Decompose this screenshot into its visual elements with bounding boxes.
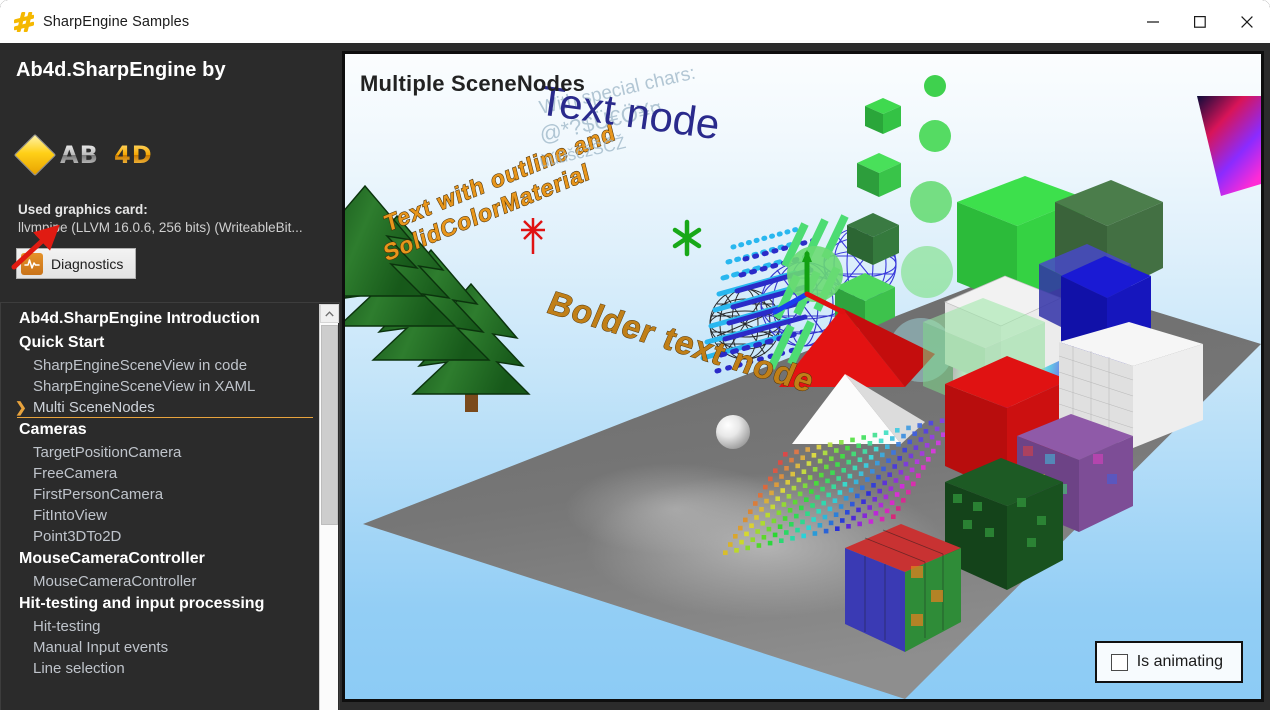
nav-item-label: FreeCamera xyxy=(33,465,118,482)
sidebar: Ab4d.SharpEngine by AB 4D Used graphics … xyxy=(0,43,340,710)
nav-group-header: Hit-testing and input processing xyxy=(19,595,265,612)
green-sphere-mid xyxy=(787,246,843,302)
content-area: Ab4d.SharpEngine by AB 4D Used graphics … xyxy=(0,43,1270,710)
pulse-icon xyxy=(21,252,43,275)
3d-viewport[interactable]: Multiple SceneNodes Text with outline an… xyxy=(342,51,1264,702)
nav-group-header: Quick Start xyxy=(19,334,105,351)
nav-item-label: MouseCameraController xyxy=(33,573,197,590)
nav-item-label: Point3DTo2D xyxy=(33,528,122,545)
nav-item-fitintoview[interactable]: FitIntoView xyxy=(1,505,317,526)
nav-item-label: SharpEngineSceneView in XAML xyxy=(33,378,256,395)
scroll-up-button[interactable] xyxy=(320,304,339,323)
navigation-list: Ab4d.SharpEngine Introduction Quick Start… xyxy=(1,303,317,679)
nav-item-firstpersoncamera[interactable]: FirstPersonCamera xyxy=(1,484,317,505)
scrollbar-track[interactable] xyxy=(320,323,338,710)
nav-item-targetpositioncamera[interactable]: TargetPositionCamera xyxy=(1,442,317,463)
gradient-plane xyxy=(1197,96,1261,196)
maximize-icon xyxy=(1193,15,1206,28)
chevron-up-icon xyxy=(325,310,334,316)
minimize-button[interactable] xyxy=(1129,0,1176,43)
nav-item-point3dto2d[interactable]: Point3DTo2D xyxy=(1,526,317,547)
diamond-icon xyxy=(13,133,57,177)
brand-title: Ab4d.SharpEngine by xyxy=(16,59,226,81)
ab4d-logo: AB 4D xyxy=(13,133,178,177)
nav-item-label: FitIntoView xyxy=(33,507,107,524)
close-button[interactable] xyxy=(1223,0,1270,43)
window-controls xyxy=(1129,0,1270,43)
navigation-tree: Ab4d.SharpEngine Introduction Quick Start… xyxy=(0,302,340,710)
green-stack-boxes xyxy=(835,98,901,331)
white-sphere xyxy=(716,415,750,449)
nav-item-multi-scenenodes[interactable]: ❯ Multi SceneNodes xyxy=(1,397,317,418)
title-bar: SharpEngine Samples xyxy=(0,0,1270,43)
viewport-title: Multiple SceneNodes xyxy=(360,71,586,96)
is-animating-label: Is animating xyxy=(1136,653,1223,670)
nav-item-sharpenginesceneview-in-xaml[interactable]: SharpEngineSceneView in XAML xyxy=(1,376,317,397)
is-animating-checkbox[interactable]: Is animating xyxy=(1094,641,1243,683)
diagnostics-label: Diagnostics xyxy=(51,255,124,272)
nav-item-label: Hit-testing xyxy=(33,618,101,635)
nav-item-freecamera[interactable]: FreeCamera xyxy=(1,463,317,484)
close-icon xyxy=(1240,15,1253,28)
nav-item-label: Manual Input events xyxy=(33,639,169,656)
graphics-card-label: Used graphics card: xyxy=(18,202,148,217)
nav-item-label: Line selection xyxy=(33,660,125,677)
app-window: SharpEngine Samples Ab4d.SharpEngine by … xyxy=(0,0,1270,710)
window-title: SharpEngine Samples xyxy=(43,13,190,30)
nav-item-hit-testing[interactable]: Hit-testing xyxy=(1,616,317,637)
nav-group-header: Ab4d.SharpEngine Introduction xyxy=(19,310,260,327)
nav-item-sharpenginesceneview-in-code[interactable]: SharpEngineSceneView in code xyxy=(1,355,317,376)
nav-group-header: Cameras xyxy=(19,421,87,438)
graphics-card-value: llvmpipe (LLVM 16.0.6, 256 bits) (Writea… xyxy=(18,220,303,235)
maximize-button[interactable] xyxy=(1176,0,1223,43)
nav-item-line-selection[interactable]: Line selection xyxy=(1,658,317,679)
nav-item-label: Multi SceneNodes xyxy=(33,399,155,416)
app-icon xyxy=(14,11,34,32)
scrollbar-thumb[interactable] xyxy=(321,325,338,525)
nav-item-mousecameracontroller[interactable]: MouseCameraController xyxy=(1,571,317,592)
minimize-icon xyxy=(1146,20,1159,23)
chevron-right-icon: ❯ xyxy=(15,399,27,415)
diagnostics-button[interactable]: Diagnostics xyxy=(16,248,137,279)
3d-scene: Text with outline and SolidColorMaterial… xyxy=(345,63,1261,699)
red-cross-marker xyxy=(521,218,545,254)
nav-item-manual-input-events[interactable]: Manual Input events xyxy=(1,637,317,658)
nav-item-label: TargetPositionCamera xyxy=(33,444,182,461)
checkbox-box[interactable] xyxy=(1110,653,1128,671)
navigation-scrollbar[interactable] xyxy=(319,304,339,710)
logo-text-ab: AB xyxy=(60,141,99,169)
green-asterisk-marker xyxy=(672,219,702,257)
logo-text-4d: 4D xyxy=(114,141,153,169)
nav-group-header: MouseCameraController xyxy=(19,550,205,567)
nav-item-label: FirstPersonCamera xyxy=(33,486,164,503)
nav-item-label: SharpEngineSceneView in code xyxy=(33,357,248,374)
